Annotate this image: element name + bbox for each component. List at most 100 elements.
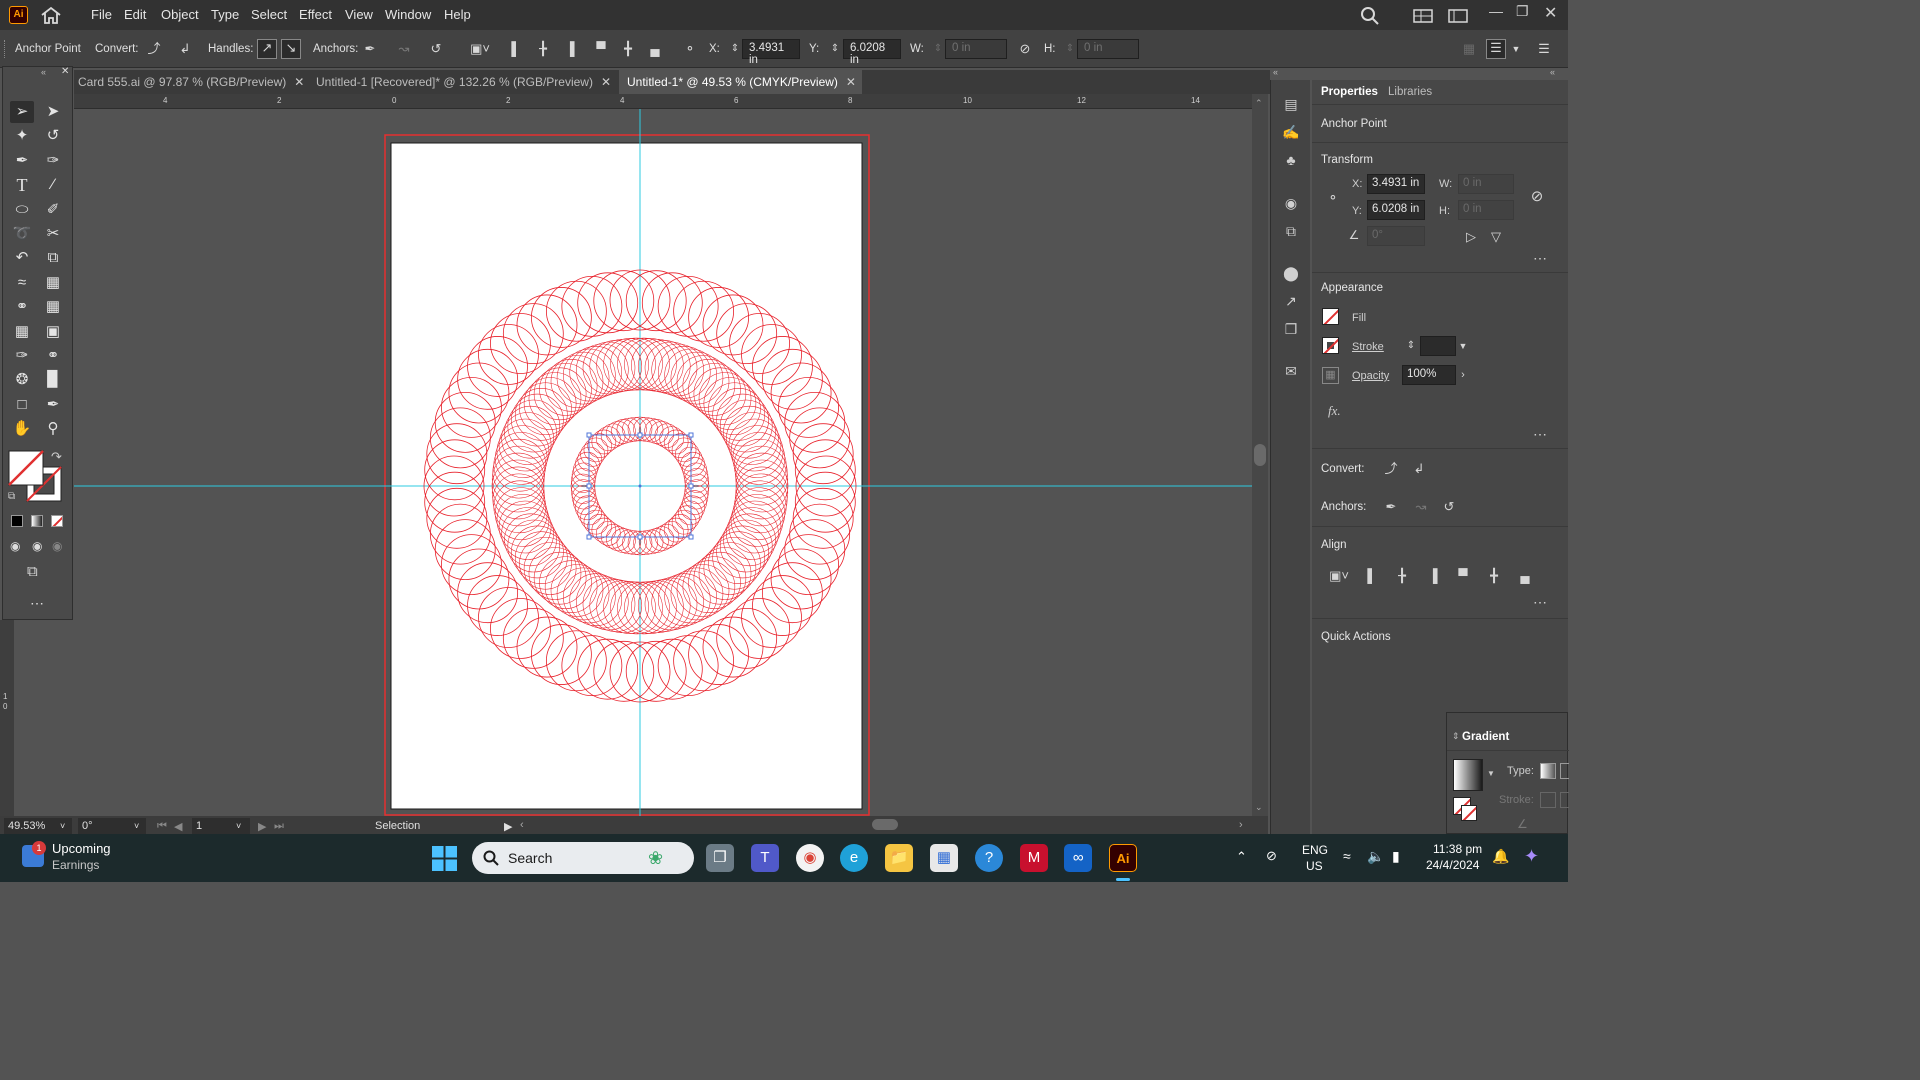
battery-icon[interactable]: ▮	[1392, 848, 1400, 865]
collapse-toolbar-icon[interactable]: «	[41, 67, 46, 77]
artboard-tool-icon[interactable]: □	[10, 394, 34, 416]
radial-gradient-icon[interactable]	[1560, 763, 1569, 779]
zoom-dropdown-icon[interactable]: ˅	[60, 818, 65, 834]
connect-anchors-icon[interactable]: ↝	[396, 41, 412, 57]
color-mode-icon[interactable]	[11, 515, 23, 527]
arrange-dropdown-icon[interactable]: ▼	[1508, 41, 1524, 57]
edge-icon[interactable]: e	[840, 844, 868, 872]
appearance-more-icon[interactable]: ⋯	[1533, 426, 1548, 443]
pen-tool-icon[interactable]: ✒	[10, 150, 34, 172]
notifications-icon[interactable]: 🔔	[1492, 848, 1509, 865]
close-tab-icon[interactable]: ✕	[601, 75, 611, 89]
gradient-mode-icon[interactable]	[31, 515, 43, 527]
artboard-field[interactable]: 1	[192, 818, 250, 834]
collapse-panels-icon[interactable]: «	[1273, 67, 1278, 77]
brushes-panel-icon[interactable]: ✍	[1281, 122, 1301, 142]
hide-handles-icon[interactable]: ↘	[281, 39, 301, 59]
flip-vertical-icon[interactable]: ▽	[1487, 228, 1505, 246]
chrome-icon[interactable]: ◉	[796, 844, 824, 872]
menu-edit[interactable]: Edit	[124, 7, 146, 22]
close-tab-icon[interactable]: ✕	[294, 75, 304, 89]
w-stepper-icon[interactable]: ⇕	[930, 41, 946, 57]
arrange-icon[interactable]: ☰	[1486, 39, 1506, 59]
arrange-documents-icon[interactable]	[1448, 9, 1468, 23]
status-menu-icon[interactable]: ▶	[504, 818, 512, 834]
align-top-icon[interactable]: ▀	[1454, 567, 1472, 585]
shaper-tool-icon[interactable]: ➰	[10, 223, 34, 245]
canvas[interactable]	[74, 109, 1252, 816]
menu-window[interactable]: Window	[385, 7, 431, 22]
h-field[interactable]: 0 in	[1077, 39, 1139, 59]
magic-wand-tool-icon[interactable]: ✦	[10, 125, 34, 147]
collapse-properties-icon[interactable]: «	[1550, 67, 1555, 77]
align-vcenter-icon[interactable]: ╋	[1485, 567, 1503, 585]
fx-label[interactable]: fx.	[1328, 403, 1341, 419]
symbol-sprayer-tool-icon[interactable]: ❂	[10, 369, 34, 391]
wifi-icon[interactable]: ≈	[1343, 848, 1351, 864]
align-vcenter-icon[interactable]: ╋	[620, 41, 636, 57]
clock-time[interactable]: 11:38 pm	[1433, 842, 1482, 856]
convert-to-corner-icon[interactable]: ⤴	[146, 41, 162, 57]
free-transform-tool-icon[interactable]: ▦	[41, 272, 65, 294]
width-tool-icon[interactable]: ≈	[10, 272, 34, 294]
zoom-tool-icon[interactable]: ⚲	[41, 418, 65, 440]
menu-select[interactable]: Select	[251, 7, 287, 22]
align-left-icon[interactable]: ▌	[508, 41, 524, 57]
align-right-icon[interactable]: ▐	[562, 41, 578, 57]
stroke-swatch[interactable]	[1322, 337, 1339, 354]
rotation-dropdown-icon[interactable]: ˅	[134, 818, 139, 834]
lasso-tool-icon[interactable]: ↺	[41, 125, 65, 147]
teams-icon[interactable]: T	[751, 844, 779, 872]
draw-behind-icon[interactable]: ◉	[32, 539, 42, 553]
menu-help[interactable]: Help	[444, 7, 471, 22]
curvature-tool-icon[interactable]: ✑	[41, 150, 65, 172]
tab-untitled-active[interactable]: Untitled-1* @ 49.53 % (CMYK/Preview) ✕	[619, 70, 862, 94]
show-hidden-icons-icon[interactable]: ⌃	[1236, 849, 1247, 865]
stroke-weight-dropdown-icon[interactable]: ▼	[1454, 337, 1472, 355]
task-view-icon[interactable]: ❐	[706, 844, 734, 872]
x-stepper-icon[interactable]: ⇕	[727, 41, 743, 57]
scroll-right-icon[interactable]: ›	[1239, 818, 1243, 834]
language-top[interactable]: ENG	[1302, 843, 1328, 857]
restore-icon[interactable]: ❐	[1516, 3, 1529, 20]
asset-export-panel-icon[interactable]: ↗	[1281, 291, 1301, 311]
artboards-panel-icon[interactable]: ❐	[1281, 319, 1301, 339]
linear-gradient-icon[interactable]	[1540, 763, 1556, 779]
ellipse-tool-icon[interactable]: ⬭	[10, 199, 34, 221]
tab-properties[interactable]: Properties	[1321, 86, 1378, 98]
export-panel-icon[interactable]: ⧉	[1281, 221, 1301, 241]
home-icon[interactable]	[40, 6, 62, 24]
tab-card-555[interactable]: Card 555.ai @ 97.87 % (RGB/Preview) ✕	[74, 70, 308, 94]
align-hcenter-icon[interactable]: ╊	[535, 41, 551, 57]
opacity-field[interactable]: 100%	[1402, 365, 1456, 385]
convert-to-smooth-icon[interactable]: ↲	[177, 41, 193, 57]
swap-fill-stroke-icon[interactable]: ↷	[51, 449, 62, 465]
opacity-label[interactable]: Opacity	[1352, 370, 1389, 382]
close-window-icon[interactable]: ✕	[1544, 3, 1557, 23]
constrain-proportions-icon[interactable]: ⊘	[1528, 188, 1546, 206]
transform-y-field[interactable]: 6.0208 in	[1367, 200, 1425, 220]
type-tool-icon[interactable]: T	[10, 174, 34, 196]
transform-icon[interactable]: ▦	[1461, 41, 1477, 57]
rotate-angle-field[interactable]: 0°	[1367, 226, 1425, 246]
convert-to-smooth-icon[interactable]: ↲	[1410, 460, 1428, 478]
stroke-label[interactable]: Stroke	[1352, 341, 1384, 353]
transform-h-field[interactable]: 0 in	[1458, 200, 1514, 220]
gradient-stroke-swatch[interactable]	[1461, 805, 1477, 821]
y-stepper-icon[interactable]: ⇕	[827, 41, 843, 57]
stroke-weight-stepper-icon[interactable]: ⇕	[1402, 337, 1420, 355]
scale-tool-icon[interactable]: ⧉	[41, 247, 65, 269]
remove-anchor-icon[interactable]: ✒	[1382, 498, 1400, 516]
clock-date[interactable]: 24/4/2024	[1426, 858, 1479, 872]
column-graph-tool-icon[interactable]: ▉	[41, 369, 65, 391]
cut-path-icon[interactable]: ↺	[1440, 498, 1458, 516]
convert-to-corner-icon[interactable]: ⤴	[1382, 460, 1400, 478]
line-tool-icon[interactable]: ∕	[41, 174, 65, 196]
mesh-tool-icon[interactable]: ▦	[10, 321, 34, 343]
slice-tool-icon[interactable]: ✒	[41, 394, 65, 416]
prev-artboard-icon[interactable]: ◀	[174, 818, 182, 834]
next-artboard-icon[interactable]: ▶	[258, 818, 266, 834]
opacity-expand-icon[interactable]: ›	[1454, 366, 1472, 384]
properties-panel-icon[interactable]: ▤	[1281, 94, 1301, 114]
edit-toolbar-icon[interactable]: ⋯	[30, 595, 44, 612]
